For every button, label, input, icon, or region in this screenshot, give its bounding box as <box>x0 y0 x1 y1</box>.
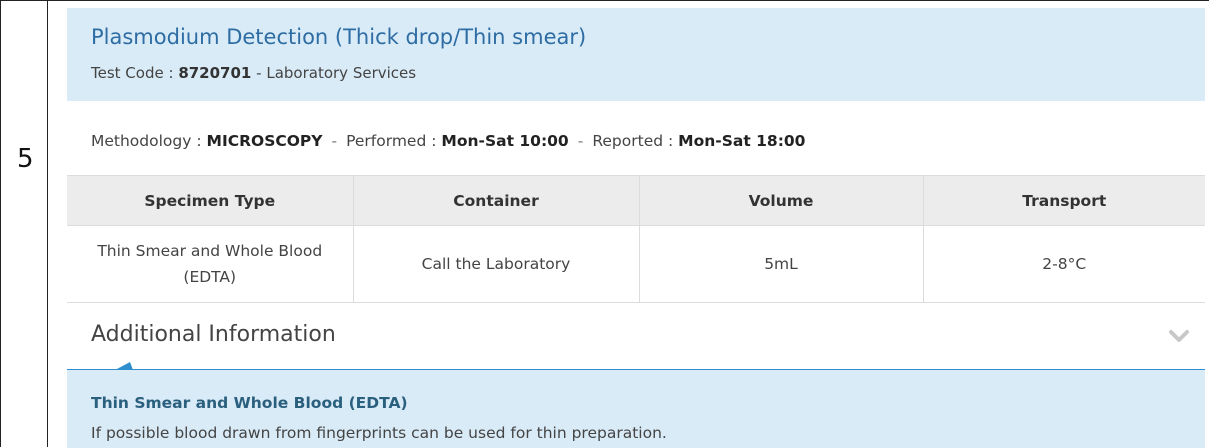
table-header-row: Specimen Type Container Volume Transport <box>67 175 1205 226</box>
test-code-line: Test Code : 8720701 - Laboratory Service… <box>91 64 416 82</box>
result-row-container: 5 Plasmodium Detection (Thick drop/Thin … <box>0 0 1209 448</box>
note-title: Thin Smear and Whole Blood (EDTA) <box>91 394 408 412</box>
volume-cell: 5mL <box>638 225 924 303</box>
column-header: Container <box>352 175 640 226</box>
column-header: Specimen Type <box>67 175 354 226</box>
separator: - <box>331 132 338 150</box>
row-number: 5 <box>17 144 34 174</box>
table-row: Thin Smear and Whole Blood (EDTA) Call t… <box>67 225 1205 303</box>
specimen-table: Specimen Type Container Volume Transport… <box>67 175 1205 303</box>
test-code: 8720701 <box>178 64 252 82</box>
column-header: Transport <box>922 175 1205 226</box>
test-title[interactable]: Plasmodium Detection (Thick drop/Thin sm… <box>91 25 586 49</box>
performed-label: Performed : <box>346 132 437 150</box>
reported-label: Reported : <box>592 132 674 150</box>
active-pointer-icon <box>115 362 133 370</box>
separator: - <box>577 132 584 150</box>
additional-info-title: Additional Information <box>91 322 336 347</box>
additional-info-toggle[interactable]: Additional Information <box>67 302 1205 370</box>
transport-cell: 2-8°C <box>922 225 1205 303</box>
chevron-down-icon[interactable] <box>1169 329 1189 343</box>
reported-value: Mon-Sat 18:00 <box>678 132 806 150</box>
container-cell: Call the Laboratory <box>352 225 640 303</box>
note-text: If possible blood drawn from fingerprint… <box>91 424 667 442</box>
test-card: Plasmodium Detection (Thick drop/Thin sm… <box>67 8 1205 448</box>
test-code-label: Test Code : <box>91 64 174 82</box>
performed-value: Mon-Sat 10:00 <box>441 132 569 150</box>
test-code-suffix: - Laboratory Services <box>256 64 417 82</box>
additional-info-panel: Thin Smear and Whole Blood (EDTA) If pos… <box>67 370 1205 448</box>
methodology-label: Methodology : <box>91 132 202 150</box>
methodology-line: Methodology : MICROSCOPY - Performed : Mon… <box>91 132 805 150</box>
column-header: Volume <box>638 175 924 226</box>
specimen-type-cell: Thin Smear and Whole Blood (EDTA) <box>67 225 354 303</box>
methodology-value: MICROSCOPY <box>206 132 323 150</box>
row-number-cell: 5 <box>1 1 48 447</box>
test-header: Plasmodium Detection (Thick drop/Thin sm… <box>67 8 1205 101</box>
